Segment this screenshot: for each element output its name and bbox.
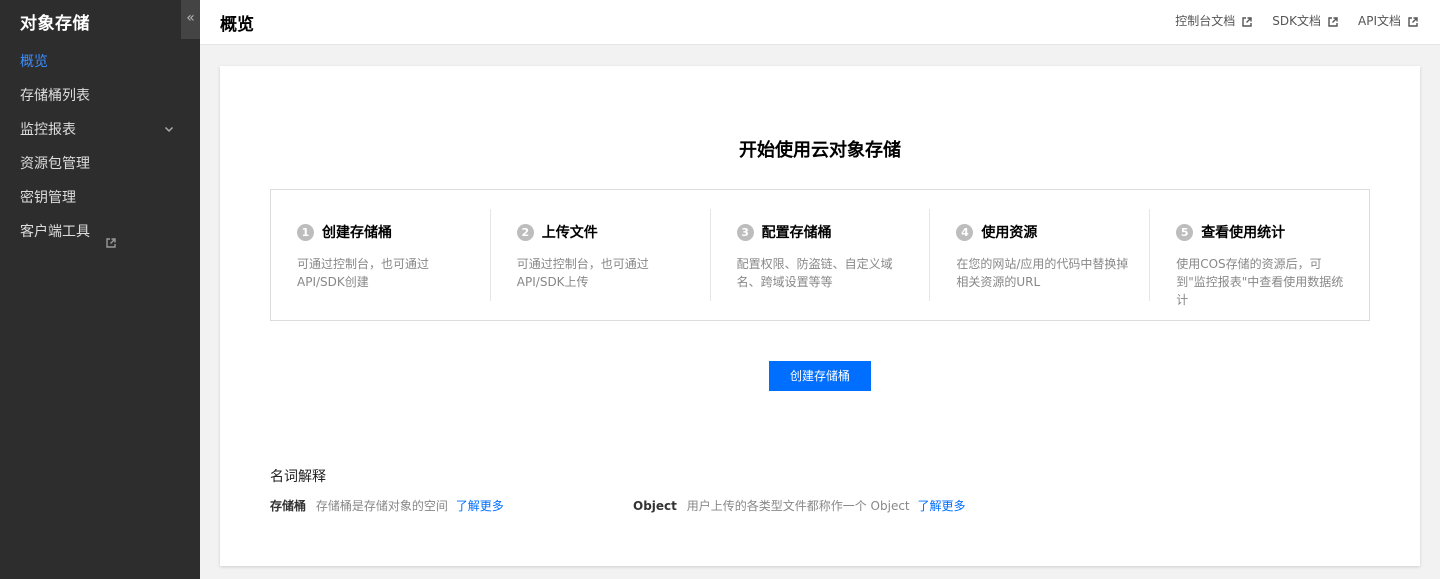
step-title: 上传文件 bbox=[541, 225, 598, 241]
step-use-resources: 4 使用资源 在您的网站/应用的代码中替换掉相关资源的URL bbox=[929, 209, 1149, 301]
getting-started-card: 开始使用云对象存储 1 创建存储桶 可通过控制台，也可通过API/SDK创建 2… bbox=[220, 66, 1420, 566]
sdk-docs-link[interactable]: SDK文档 bbox=[1272, 12, 1338, 29]
sidebar-item-label: 密钥管理 bbox=[20, 190, 76, 206]
glossary-item-bucket: 存储桶 存储桶是存储对象的空间 了解更多 bbox=[270, 497, 504, 514]
api-docs-link[interactable]: API文档 bbox=[1358, 12, 1418, 29]
console-docs-link[interactable]: 控制台文档 bbox=[1175, 12, 1252, 29]
step-title: 创建存储桶 bbox=[322, 225, 392, 241]
step-description: 配置权限、防盗链、自定义域名、跨域设置等等 bbox=[736, 257, 893, 289]
sidebar-item-bucket-list[interactable]: 存储桶列表 bbox=[0, 79, 200, 113]
step-number-badge: 1 bbox=[297, 223, 314, 241]
step-number-badge: 5 bbox=[1176, 223, 1194, 241]
step-view-stats: 5 查看使用统计 使用COS存储的资源后，可到"监控报表"中查看使用数据统计 bbox=[1149, 209, 1369, 307]
glossary-term: 存储桶 bbox=[270, 499, 307, 513]
link-label: SDK文档 bbox=[1272, 14, 1321, 28]
getting-started-heading: 开始使用云对象存储 bbox=[739, 140, 901, 161]
sidebar-item-label: 存储桶列表 bbox=[20, 88, 90, 104]
glossary-definition: 存储桶是存储对象的空间 bbox=[315, 499, 448, 513]
external-link-icon bbox=[106, 227, 117, 248]
external-link-icon bbox=[1242, 16, 1252, 27]
sidebar-item-label: 资源包管理 bbox=[20, 156, 90, 172]
sidebar-item-label: 监控报表 bbox=[20, 122, 76, 138]
sidebar-item-client-tools[interactable]: 客户端工具 bbox=[0, 215, 200, 249]
link-label: 控制台文档 bbox=[1175, 14, 1236, 28]
sidebar-item-label: 概览 bbox=[20, 54, 48, 70]
glossary-definition: 用户上传的各类型文件都称作一个 Object bbox=[686, 499, 910, 513]
step-description: 在您的网站/应用的代码中替换掉相关资源的URL bbox=[956, 257, 1129, 289]
external-link-icon bbox=[1328, 16, 1338, 27]
header-links: 控制台文档 SDK文档 API文档 bbox=[1175, 12, 1418, 29]
sidebar-item-overview[interactable]: 概览 bbox=[0, 45, 200, 79]
step-configure-bucket: 3 配置存储桶 配置权限、防盗链、自定义域名、跨域设置等等 bbox=[709, 209, 930, 301]
sidebar-item-monitoring[interactable]: 监控报表 bbox=[0, 113, 200, 147]
step-description: 使用COS存储的资源后，可到"监控报表"中查看使用数据统计 bbox=[1176, 257, 1344, 307]
sidebar-brand: 对象存储 bbox=[20, 14, 90, 34]
learn-more-link[interactable]: 了解更多 bbox=[917, 499, 965, 513]
step-upload-files: 2 上传文件 可通过控制台，也可通过API/SDK上传 bbox=[489, 209, 710, 301]
glossary-term: Object bbox=[633, 499, 677, 513]
step-description: 可通过控制台，也可通过API/SDK上传 bbox=[516, 257, 649, 289]
sidebar-item-resource-packs[interactable]: 资源包管理 bbox=[0, 147, 200, 181]
chevron-down-icon bbox=[164, 113, 174, 147]
step-title: 配置存储桶 bbox=[761, 225, 832, 241]
sidebar-nav: 概览 存储桶列表 监控报表 资源包管理 密钥管理 客户端工具 bbox=[0, 45, 200, 249]
header: 概览 控制台文档 SDK文档 API文档 bbox=[200, 0, 1440, 45]
step-create-bucket: 1 创建存储桶 可通过控制台，也可通过API/SDK创建 bbox=[271, 209, 490, 301]
step-number-badge: 3 bbox=[736, 223, 754, 241]
step-number-badge: 4 bbox=[956, 223, 974, 241]
step-title: 使用资源 bbox=[981, 225, 1038, 241]
step-description: 可通过控制台，也可通过API/SDK创建 bbox=[297, 257, 430, 289]
learn-more-link[interactable]: 了解更多 bbox=[456, 499, 504, 513]
glossary-title: 名词解释 bbox=[270, 469, 326, 485]
external-link-icon bbox=[1408, 16, 1418, 27]
step-title: 查看使用统计 bbox=[1201, 225, 1286, 241]
link-label: API文档 bbox=[1358, 14, 1401, 28]
glossary-item-object: Object 用户上传的各类型文件都称作一个 Object 了解更多 bbox=[633, 497, 965, 514]
sidebar-collapse-button[interactable]: « bbox=[181, 0, 200, 39]
step-number-badge: 2 bbox=[516, 223, 534, 241]
create-bucket-button[interactable]: 创建存储桶 bbox=[769, 361, 871, 391]
sidebar-item-label: 客户端工具 bbox=[20, 224, 90, 240]
sidebar: 对象存储 « 概览 存储桶列表 监控报表 资源包管理 密钥管理 客户端工具 bbox=[0, 0, 200, 579]
steps-panel: 1 创建存储桶 可通过控制台，也可通过API/SDK创建 2 上传文件 可通过控… bbox=[270, 189, 1370, 321]
page-title: 概览 bbox=[220, 15, 254, 35]
sidebar-item-key-management[interactable]: 密钥管理 bbox=[0, 181, 200, 215]
